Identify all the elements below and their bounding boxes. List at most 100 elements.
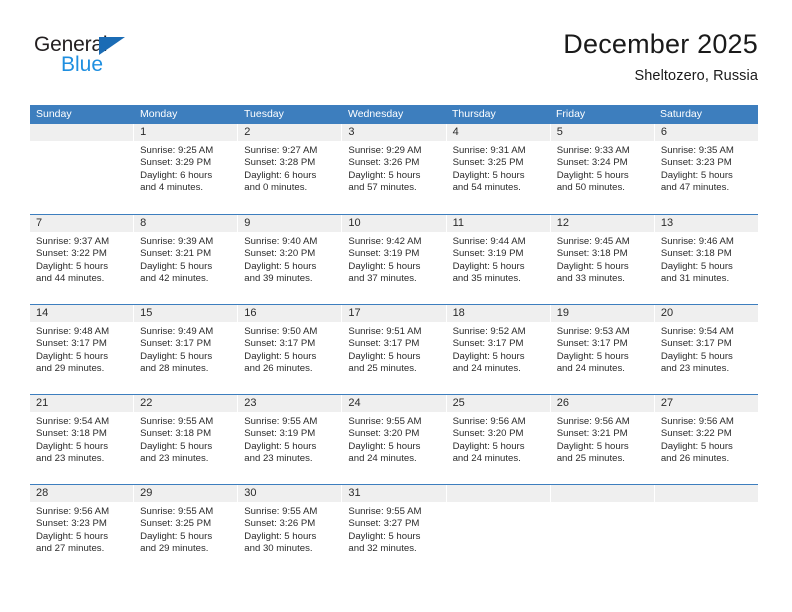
daylight-text-line1: Daylight: 5 hours bbox=[36, 530, 108, 542]
day-cell-31[interactable]: 31 Sunrise: 9:55 AM Sunset: 3:27 PM Dayligh… bbox=[342, 485, 447, 574]
day-number-band: 3 bbox=[342, 124, 446, 141]
sun-info: Sunrise: 9:55 AM Sunset: 3:27 PM Daylight:… bbox=[342, 502, 445, 556]
day-number: 17 bbox=[348, 307, 361, 319]
day-cell-empty bbox=[30, 124, 135, 214]
day-cell-25[interactable]: 25 Sunrise: 9:56 AM Sunset: 3:20 PM Dayligh… bbox=[446, 395, 551, 484]
day-cell-22[interactable]: 22 Sunrise: 9:55 AM Sunset: 3:18 PM Dayligh… bbox=[134, 395, 239, 484]
sunrise-text: Sunrise: 9:39 AM bbox=[140, 236, 214, 247]
day-number: 23 bbox=[244, 397, 257, 409]
daylight-text-line2: and 30 minutes. bbox=[244, 543, 313, 555]
sun-info: Sunrise: 9:35 AM Sunset: 3:23 PM Daylight:… bbox=[655, 141, 758, 195]
daylight-text-line2: and 26 minutes. bbox=[244, 363, 313, 375]
day-cell-1[interactable]: 1 Sunrise: 9:25 AM Sunset: 3:29 PM Daylight… bbox=[134, 124, 239, 214]
daylight-text-line1: Daylight: 5 hours bbox=[36, 440, 108, 452]
sunrise-text: Sunrise: 9:35 AM bbox=[660, 145, 734, 156]
location-subtitle: Sheltozero, Russia bbox=[634, 68, 758, 84]
sunset-text: Sunset: 3:23 PM bbox=[660, 157, 732, 169]
sunrise-text: Sunrise: 9:42 AM bbox=[348, 236, 422, 247]
daylight-text-line2: and 35 minutes. bbox=[452, 273, 521, 285]
day-cell-30[interactable]: 30 Sunrise: 9:55 AM Sunset: 3:26 PM Dayligh… bbox=[238, 485, 343, 574]
daylight-text-line2: and 29 minutes. bbox=[140, 543, 209, 555]
day-cell-24[interactable]: 24 Sunrise: 9:55 AM Sunset: 3:20 PM Dayligh… bbox=[342, 395, 447, 484]
day-cell-26[interactable]: 26 Sunrise: 9:56 AM Sunset: 3:21 PM Dayligh… bbox=[550, 395, 655, 484]
day-cell-23[interactable]: 23 Sunrise: 9:55 AM Sunset: 3:19 PM Dayligh… bbox=[238, 395, 343, 484]
sun-info: Sunrise: 9:48 AM Sunset: 3:17 PM Daylight:… bbox=[30, 322, 133, 376]
sunrise-text: Sunrise: 9:45 AM bbox=[556, 236, 630, 247]
day-cell-29[interactable]: 29 Sunrise: 9:55 AM Sunset: 3:25 PM Dayligh… bbox=[134, 485, 239, 574]
daylight-text-line1: Daylight: 5 hours bbox=[348, 350, 421, 362]
sunset-text: Sunset: 3:17 PM bbox=[140, 338, 212, 350]
sun-info: Sunrise: 9:56 AM Sunset: 3:23 PM Daylight:… bbox=[30, 502, 133, 556]
day-cell-7[interactable]: 7 Sunrise: 9:37 AM Sunset: 3:22 PM Daylight… bbox=[30, 215, 135, 304]
day-cell-21[interactable]: 21 Sunrise: 9:54 AM Sunset: 3:18 PM Dayligh… bbox=[30, 395, 135, 484]
sunrise-text: Sunrise: 9:56 AM bbox=[452, 416, 526, 427]
day-number: 21 bbox=[36, 397, 49, 409]
day-cell-9[interactable]: 9 Sunrise: 9:40 AM Sunset: 3:20 PM Daylight… bbox=[238, 215, 343, 304]
day-cell-19[interactable]: 19 Sunrise: 9:53 AM Sunset: 3:17 PM Dayligh… bbox=[550, 305, 655, 394]
daylight-text-line1: Daylight: 5 hours bbox=[660, 169, 733, 181]
sunrise-text: Sunrise: 9:25 AM bbox=[140, 145, 214, 156]
daylight-text-line1: Daylight: 5 hours bbox=[660, 350, 733, 362]
sunrise-text: Sunrise: 9:55 AM bbox=[244, 506, 318, 517]
sun-info: Sunrise: 9:37 AM Sunset: 3:22 PM Daylight:… bbox=[30, 232, 133, 286]
day-cell-5[interactable]: 5 Sunrise: 9:33 AM Sunset: 3:24 PM Daylight… bbox=[550, 124, 655, 214]
daylight-text-line1: Daylight: 5 hours bbox=[140, 440, 213, 452]
daylight-text-line1: Daylight: 5 hours bbox=[244, 530, 317, 542]
sunset-text: Sunset: 3:25 PM bbox=[140, 518, 212, 530]
day-cell-18[interactable]: 18 Sunrise: 9:52 AM Sunset: 3:17 PM Dayligh… bbox=[446, 305, 551, 394]
daylight-text-line1: Daylight: 5 hours bbox=[452, 350, 525, 362]
day-number-band: 30 bbox=[238, 485, 342, 502]
day-number: 7 bbox=[36, 217, 43, 229]
sunrise-text: Sunrise: 9:53 AM bbox=[556, 326, 630, 337]
day-cell-15[interactable]: 15 Sunrise: 9:49 AM Sunset: 3:17 PM Dayligh… bbox=[134, 305, 239, 394]
daylight-text-line1: Daylight: 5 hours bbox=[348, 260, 421, 272]
day-number-band: 5 bbox=[550, 124, 654, 141]
daylight-text-line2: and 4 minutes. bbox=[140, 182, 204, 194]
sunrise-text: Sunrise: 9:55 AM bbox=[140, 506, 214, 517]
day-number-band bbox=[654, 485, 758, 502]
weekday-header-sunday: Sunday bbox=[36, 108, 72, 120]
sunset-text: Sunset: 3:17 PM bbox=[36, 338, 107, 350]
sunset-text: Sunset: 3:18 PM bbox=[36, 428, 107, 440]
day-cell-20[interactable]: 20 Sunrise: 9:54 AM Sunset: 3:17 PM Dayligh… bbox=[654, 305, 758, 394]
daylight-text-line2: and 27 minutes. bbox=[36, 543, 105, 555]
sun-info: Sunrise: 9:53 AM Sunset: 3:17 PM Daylight:… bbox=[551, 322, 654, 376]
day-cell-10[interactable]: 10 Sunrise: 9:42 AM Sunset: 3:19 PM Dayligh… bbox=[342, 215, 447, 304]
daylight-text-line1: Daylight: 6 hours bbox=[244, 169, 317, 181]
daylight-text-line2: and 42 minutes. bbox=[140, 273, 209, 285]
day-cell-12[interactable]: 12 Sunrise: 9:45 AM Sunset: 3:18 PM Dayligh… bbox=[550, 215, 655, 304]
daylight-text-line2: and 54 minutes. bbox=[452, 182, 521, 194]
daylight-text-line1: Daylight: 5 hours bbox=[452, 260, 525, 272]
day-number: 3 bbox=[348, 126, 355, 138]
day-cell-16[interactable]: 16 Sunrise: 9:50 AM Sunset: 3:17 PM Dayligh… bbox=[238, 305, 343, 394]
day-number-band: 19 bbox=[550, 305, 654, 322]
day-number: 26 bbox=[556, 397, 569, 409]
day-cell-2[interactable]: 2 Sunrise: 9:27 AM Sunset: 3:28 PM Daylight… bbox=[238, 124, 343, 214]
day-cell-4[interactable]: 4 Sunrise: 9:31 AM Sunset: 3:25 PM Daylight… bbox=[446, 124, 551, 214]
daylight-text-line2: and 23 minutes. bbox=[660, 363, 730, 375]
day-cell-17[interactable]: 17 Sunrise: 9:51 AM Sunset: 3:17 PM Dayligh… bbox=[342, 305, 447, 394]
day-cell-6[interactable]: 6 Sunrise: 9:35 AM Sunset: 3:23 PM Daylight… bbox=[654, 124, 758, 214]
sun-info: Sunrise: 9:50 AM Sunset: 3:17 PM Daylight:… bbox=[238, 322, 341, 376]
day-cell-28[interactable]: 28 Sunrise: 9:56 AM Sunset: 3:23 PM Dayligh… bbox=[30, 485, 135, 574]
day-number-band: 15 bbox=[134, 305, 238, 322]
day-cell-8[interactable]: 8 Sunrise: 9:39 AM Sunset: 3:21 PM Daylight… bbox=[134, 215, 239, 304]
daylight-text-line2: and 50 minutes. bbox=[556, 182, 625, 194]
daylight-text-line1: Daylight: 5 hours bbox=[36, 260, 108, 272]
daylight-text-line1: Daylight: 5 hours bbox=[452, 169, 525, 181]
sun-info: Sunrise: 9:55 AM Sunset: 3:19 PM Daylight:… bbox=[238, 412, 341, 466]
day-cell-3[interactable]: 3 Sunrise: 9:29 AM Sunset: 3:26 PM Daylight… bbox=[342, 124, 447, 214]
sunrise-text: Sunrise: 9:55 AM bbox=[348, 416, 422, 427]
calendar-weeks: 1 Sunrise: 9:25 AM Sunset: 3:29 PM Daylight… bbox=[30, 124, 758, 574]
daylight-text-line2: and 28 minutes. bbox=[140, 363, 209, 375]
sunset-text: Sunset: 3:20 PM bbox=[348, 428, 420, 440]
day-number-band: 10 bbox=[342, 215, 446, 232]
page-header: General Blue December 2025 Sheltozero, R… bbox=[30, 28, 758, 100]
sun-info: Sunrise: 9:55 AM Sunset: 3:20 PM Daylight:… bbox=[342, 412, 445, 466]
sunset-text: Sunset: 3:22 PM bbox=[660, 428, 732, 440]
day-cell-27[interactable]: 27 Sunrise: 9:56 AM Sunset: 3:22 PM Dayligh… bbox=[654, 395, 758, 484]
day-cell-13[interactable]: 13 Sunrise: 9:46 AM Sunset: 3:18 PM Dayligh… bbox=[654, 215, 758, 304]
day-cell-11[interactable]: 11 Sunrise: 9:44 AM Sunset: 3:19 PM Dayligh… bbox=[446, 215, 551, 304]
day-cell-14[interactable]: 14 Sunrise: 9:48 AM Sunset: 3:17 PM Dayligh… bbox=[30, 305, 135, 394]
day-number: 14 bbox=[36, 307, 49, 319]
